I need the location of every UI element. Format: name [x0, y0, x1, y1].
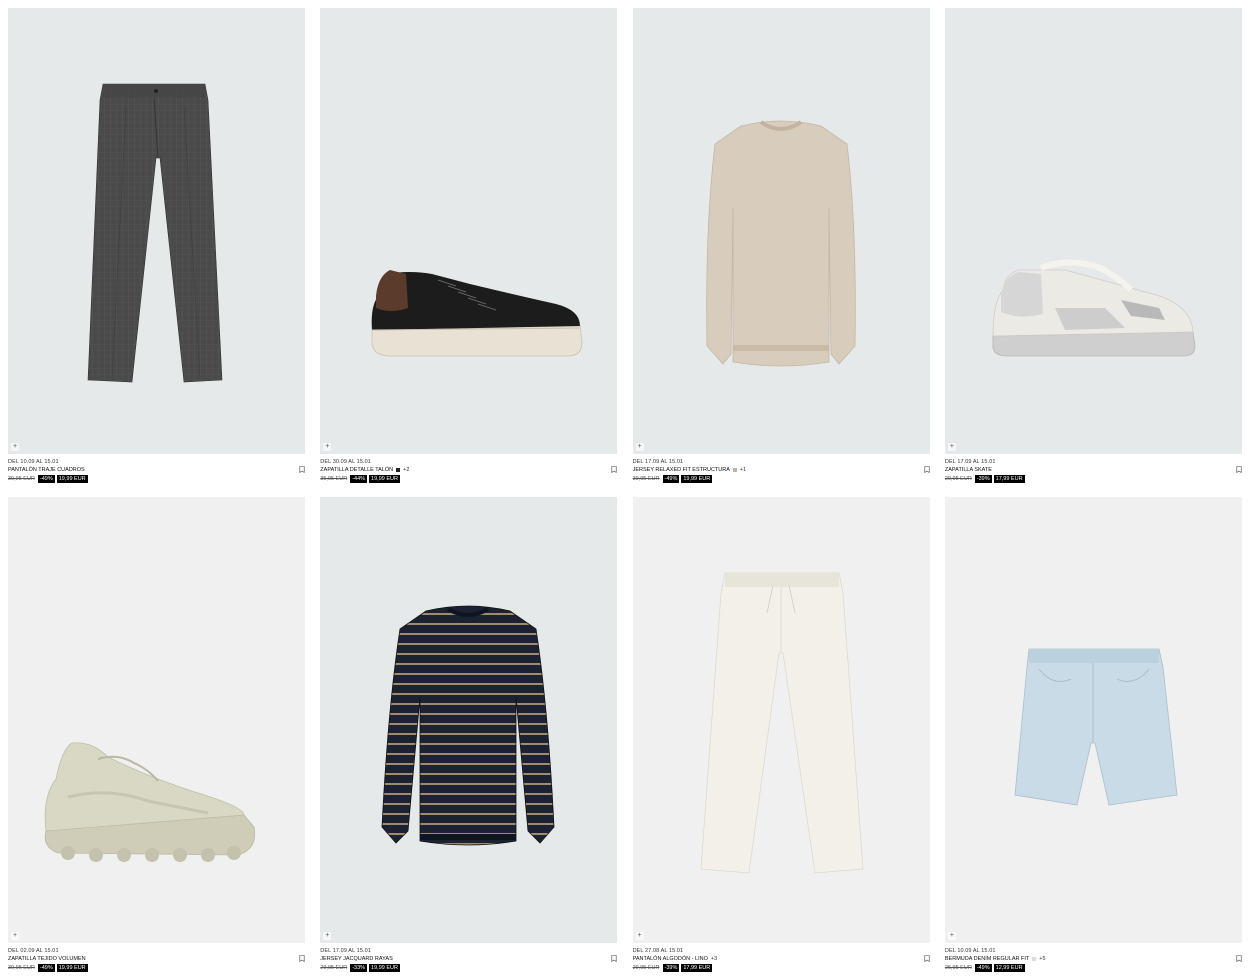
color-swatch[interactable]	[732, 468, 737, 472]
sale-price: 17,99 EUR	[993, 475, 1025, 483]
discount-badge: -49%	[37, 475, 55, 483]
promo-dates: DEL 02.09 AL 15.01	[8, 948, 59, 954]
discount-badge: -49%	[974, 964, 992, 972]
discount-badge: -33%	[350, 964, 368, 972]
more-colors-count[interactable]: +2	[403, 466, 409, 474]
product-card[interactable]: + DEL 27.08 AL 15.01 PANTALÓN ALGODÓN - …	[632, 497, 930, 976]
quick-add-icon[interactable]: +	[947, 932, 956, 940]
quick-add-icon[interactable]: +	[947, 443, 956, 451]
sweater-icon	[705, 120, 856, 367]
product-card[interactable]: + DEL 17.09 AL 15.01 ZAPATILLA SKATE 29,…	[944, 8, 1242, 487]
sale-price: 19,99 EUR	[369, 475, 400, 483]
sale-price: 12,99 EUR	[993, 964, 1025, 972]
product-name[interactable]: PANTALÓN ALGODÓN - LINO	[633, 955, 708, 963]
discount-badge: -44%	[350, 475, 368, 483]
promo-dates: DEL 27.08 AL 15.01	[632, 948, 684, 954]
product-name[interactable]: PANTALÓN TRAJE CUADROS	[8, 466, 85, 474]
bookmark-icon[interactable]	[611, 466, 617, 473]
original-price: 39,95 EUR	[8, 476, 35, 482]
original-price: 29,95 EUR	[632, 965, 660, 971]
linen-trousers-icon	[700, 572, 864, 874]
sale-price: 19,99 EUR	[56, 964, 88, 972]
quick-add-icon[interactable]: +	[635, 443, 644, 451]
product-name[interactable]: JERSEY RELAXED FIT ESTRUCTURA	[633, 466, 730, 474]
product-card[interactable]: + DEL 17.09 AL 15.01 JERSEY RELAXED FIT …	[632, 8, 930, 487]
discount-badge: -39%	[974, 475, 992, 483]
product-image[interactable]: +	[632, 8, 930, 454]
product-name[interactable]: JERSEY JACQUARD RAYAS	[320, 955, 392, 963]
promo-dates: DEL 17.09 AL 15.01	[632, 459, 684, 465]
promo-dates: DEL 17.09 AL 15.01	[320, 948, 371, 954]
color-swatch[interactable]	[396, 468, 401, 472]
bookmark-icon[interactable]	[924, 955, 930, 962]
bookmark-icon[interactable]	[299, 466, 305, 473]
more-colors-count[interactable]: +1	[740, 466, 746, 474]
sale-price: 19,99 EUR	[369, 964, 400, 972]
product-name[interactable]: ZAPATILLA DETALLE TALÓN	[320, 466, 393, 474]
product-image[interactable]: +	[944, 8, 1242, 454]
color-swatch[interactable]	[1032, 957, 1037, 961]
product-image[interactable]: +	[320, 8, 618, 454]
original-price: 39,95 EUR	[632, 476, 660, 482]
sneaker-icon	[371, 270, 583, 357]
product-card[interactable]: + DEL 10.09 AL 15.01 BERMUDA DENIM REGUL…	[944, 497, 1242, 976]
product-image[interactable]: +	[8, 8, 305, 454]
product-name[interactable]: ZAPATILLA TEJIDO VOLUMEN	[8, 955, 86, 963]
quick-add-icon[interactable]: +	[635, 932, 644, 940]
product-image[interactable]: +	[8, 497, 305, 943]
discount-badge: -39%	[662, 964, 680, 972]
skate-sneaker-icon	[992, 259, 1196, 357]
original-price: 25,95 EUR	[944, 965, 972, 971]
quick-add-icon[interactable]: +	[323, 443, 332, 451]
quick-add-icon[interactable]: +	[11, 932, 19, 940]
more-colors-count[interactable]: +5	[1039, 955, 1045, 963]
promo-dates: DEL 10.09 AL 15.01	[8, 459, 59, 465]
chunky-sneaker-icon	[44, 742, 256, 862]
product-image[interactable]: +	[632, 497, 930, 943]
promo-dates: DEL 17.09 AL 15.01	[944, 459, 996, 465]
product-image[interactable]: +	[320, 497, 618, 943]
discount-badge: -49%	[662, 475, 680, 483]
sale-price: 19,99 EUR	[681, 475, 713, 483]
discount-badge: -49%	[37, 964, 55, 972]
bookmark-icon[interactable]	[299, 955, 305, 962]
bookmark-icon[interactable]	[924, 466, 930, 473]
original-price: 35,95 EUR	[320, 476, 348, 482]
product-card[interactable]: + DEL 10.09 AL 15.01 PANTALÓN TRAJE CUAD…	[8, 8, 305, 487]
sale-price: 17,99 EUR	[681, 964, 713, 972]
quick-add-icon[interactable]: +	[11, 443, 19, 451]
product-name[interactable]: BERMUDA DENIM REGULAR FIT	[945, 955, 1029, 963]
product-card[interactable]: + DEL 30.09 AL 15.01 ZAPATILLA DETALLE T…	[320, 8, 618, 487]
bookmark-icon[interactable]	[1236, 955, 1242, 962]
trousers-icon	[87, 83, 223, 383]
promo-dates: DEL 10.09 AL 15.01	[944, 948, 996, 954]
original-price: 39,95 EUR	[8, 965, 35, 971]
promo-dates: DEL 30.09 AL 15.01	[320, 459, 371, 465]
striped-sweater-icon	[381, 605, 555, 846]
sale-price: 19,99 EUR	[56, 475, 88, 483]
product-card[interactable]: + DEL 17.09 AL 15.01 JERSEY JACQUARD RAY…	[320, 497, 618, 976]
product-image[interactable]: +	[944, 497, 1242, 943]
quick-add-icon[interactable]: +	[323, 932, 332, 940]
denim-shorts-icon	[1014, 648, 1178, 806]
original-price: 29,95 EUR	[944, 476, 972, 482]
more-colors-count[interactable]: +3	[711, 955, 717, 963]
bookmark-icon[interactable]	[611, 955, 617, 962]
bookmark-icon[interactable]	[1236, 466, 1242, 473]
product-grid: + DEL 10.09 AL 15.01 PANTALÓN TRAJE CUAD…	[8, 8, 1242, 976]
product-name[interactable]: ZAPATILLA SKATE	[945, 466, 992, 474]
original-price: 29,95 EUR	[320, 965, 348, 971]
product-card[interactable]: + DEL 02.09 AL 15.01 ZAPATILLA TEJIDO VO…	[8, 497, 305, 976]
